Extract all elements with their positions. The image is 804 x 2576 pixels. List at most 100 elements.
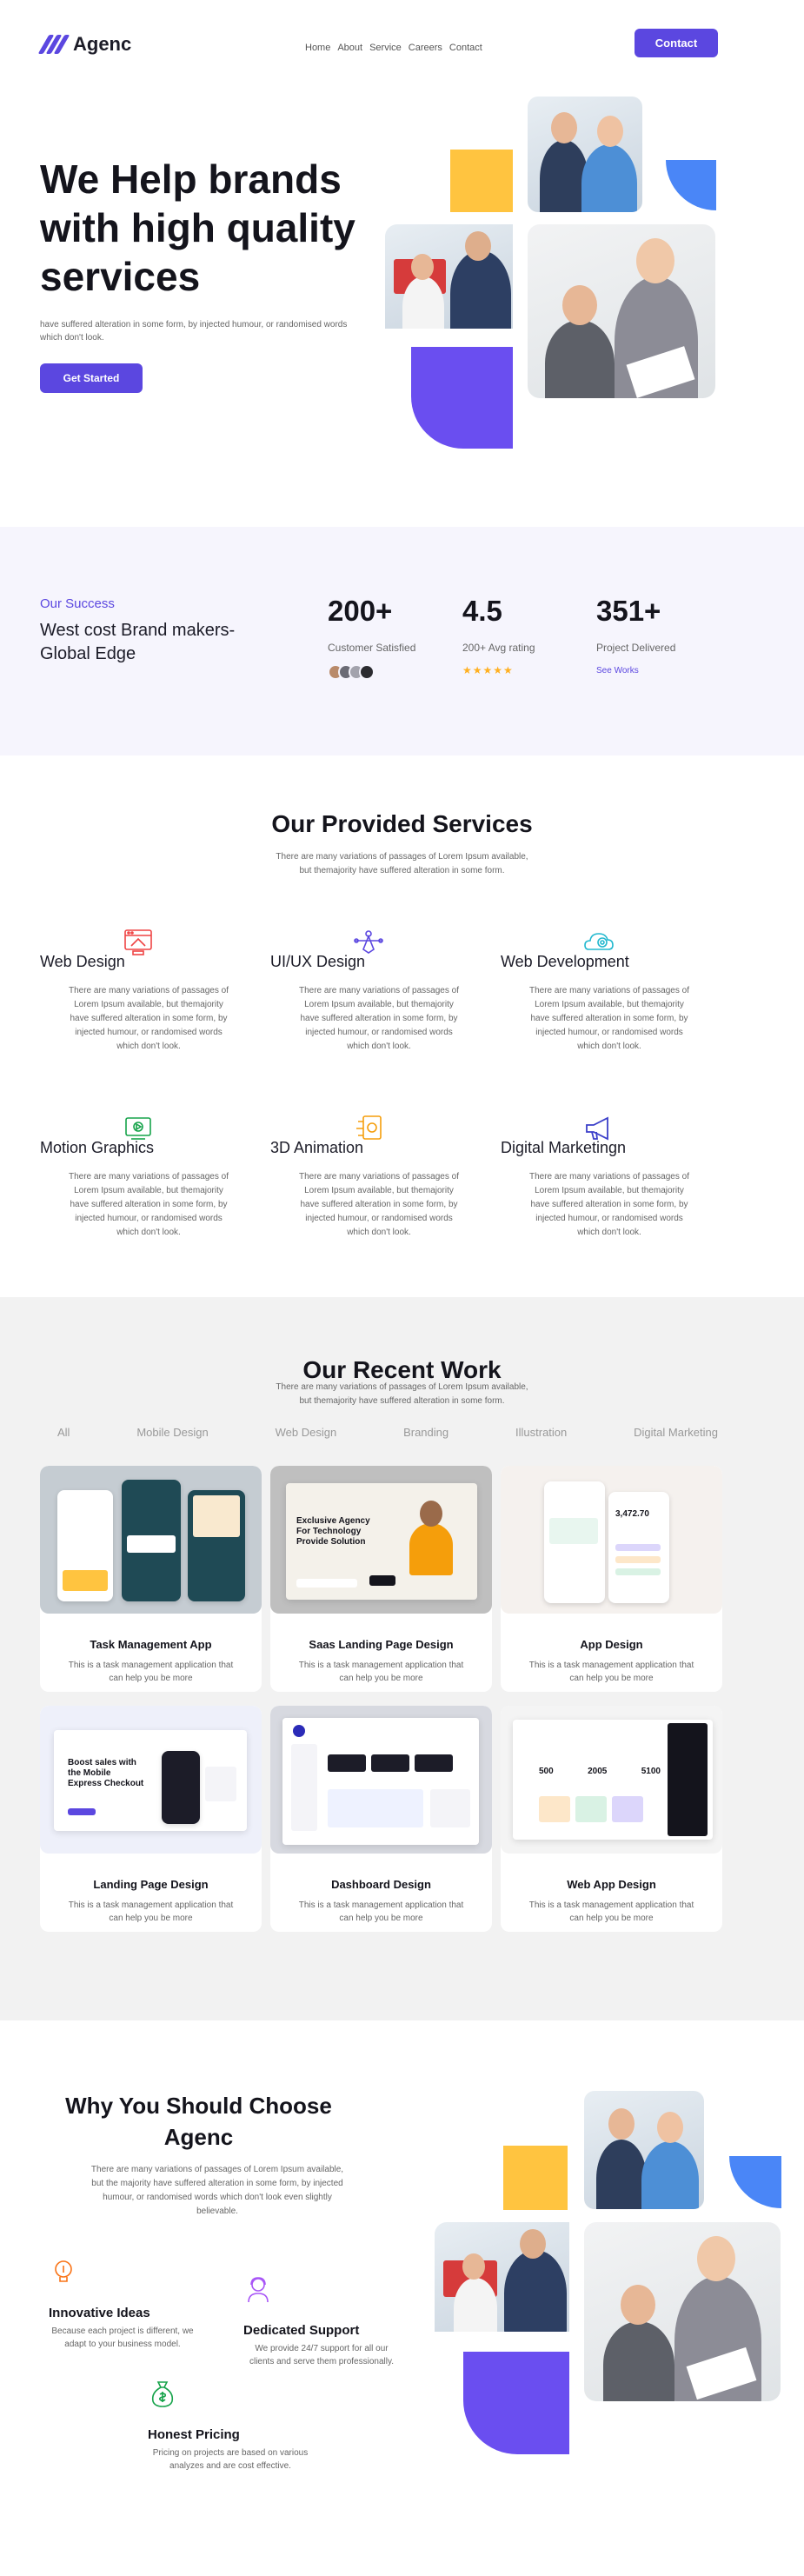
work-filter-tabs: All Mobile Design Web Design Branding Il… bbox=[57, 1426, 718, 1439]
filter-web-design[interactable]: Web Design bbox=[276, 1426, 337, 1439]
nav-about[interactable]: About bbox=[337, 43, 362, 53]
logo[interactable]: Agenc bbox=[37, 33, 132, 56]
why-photo-duo bbox=[584, 2091, 704, 2209]
money-bag-icon bbox=[151, 2381, 174, 2407]
work-card-saas-landing[interactable]: Exclusive Agency For Technology Provide … bbox=[270, 1466, 492, 1692]
stat-customers-label: Customer Satisfied bbox=[328, 642, 416, 654]
webapp-stat-value: 2005 bbox=[588, 1767, 608, 1776]
web-design-icon bbox=[124, 929, 152, 955]
why-title: Why You Should Choose Agenc bbox=[65, 2093, 332, 2150]
hero-purple-shape bbox=[411, 347, 513, 449]
work-card-landing-page[interactable]: Boost sales with the Mobile Express Chec… bbox=[40, 1706, 262, 1932]
service-description: There are many variations of passages of… bbox=[69, 1172, 229, 1237]
work-card-image: Exclusive Agency For Technology Provide … bbox=[270, 1466, 492, 1614]
stat-customers-value: 200+ bbox=[328, 595, 393, 627]
stats-kicker: Our Success bbox=[40, 596, 115, 611]
app-mock-amount: 3,472.70 bbox=[615, 1509, 649, 1519]
work-card-title: Web App Design bbox=[567, 1878, 656, 1891]
support-agent-icon bbox=[248, 2277, 269, 2303]
hero-blue-quarter bbox=[666, 160, 716, 210]
feature-description: We provide 24/7 support for all our clie… bbox=[249, 2344, 394, 2366]
lightbulb-icon bbox=[55, 2260, 72, 2282]
see-works-link[interactable]: See Works bbox=[596, 666, 675, 676]
hero-description: have suffered alteration in some form, b… bbox=[40, 320, 348, 343]
service-description: There are many variations of passages of… bbox=[69, 986, 229, 1051]
landing-mock-headline: Boost sales with the Mobile Express Chec… bbox=[68, 1758, 144, 1788]
hero-yellow-square bbox=[450, 150, 513, 212]
work-card-title: App Design bbox=[580, 1638, 643, 1651]
feature-name: Innovative Ideas bbox=[49, 2306, 150, 2320]
service-name: Web Design bbox=[40, 953, 125, 970]
work-card-description: This is a task management application th… bbox=[528, 1661, 694, 1683]
feature-name: Dedicated Support bbox=[243, 2323, 360, 2338]
logo-text: Agenc bbox=[73, 33, 132, 55]
stat-rating-label: 200+ Avg rating bbox=[462, 642, 535, 654]
saas-mock-headline: Exclusive Agency For Technology Provide … bbox=[296, 1516, 370, 1547]
work-card-app-design[interactable]: 3,472.70 App Design This is a task manag… bbox=[501, 1466, 722, 1692]
why-purple-shape bbox=[463, 2352, 569, 2454]
nav-contact[interactable]: Contact bbox=[449, 43, 482, 53]
work-card-title: Landing Page Design bbox=[93, 1878, 209, 1891]
work-card-description: This is a task management application th… bbox=[298, 1900, 464, 1923]
work-card-description: This is a task management application th… bbox=[528, 1900, 694, 1923]
work-card-title: Task Management App bbox=[90, 1638, 212, 1651]
nav-home[interactable]: Home bbox=[305, 43, 330, 53]
hero-photo-team bbox=[528, 224, 715, 398]
services-subtitle: There are many variations of passages of… bbox=[276, 852, 528, 875]
work-card-image bbox=[270, 1706, 492, 1854]
stat-rating: 4.5 200+ Avg rating ★★★★★ bbox=[462, 595, 535, 676]
stat-projects-label: Project Delivered bbox=[596, 642, 676, 654]
contact-button[interactable]: Contact bbox=[635, 29, 718, 57]
webapp-stat-value: 5100 bbox=[641, 1767, 661, 1776]
work-card-dashboard[interactable]: Dashboard Design This is a task manageme… bbox=[270, 1706, 492, 1932]
services-title: Our Provided Services bbox=[271, 810, 533, 837]
logo-mark-icon bbox=[37, 35, 70, 54]
work-card-image: Boost sales with the Mobile Express Chec… bbox=[40, 1706, 262, 1854]
why-photo-office bbox=[435, 2222, 569, 2332]
stats-title: West cost Brand makers-Global Edge bbox=[40, 621, 236, 663]
work-card-web-app[interactable]: 500 2005 5100 Web App Design This is a t… bbox=[501, 1706, 722, 1932]
hero-photo-duo bbox=[528, 97, 642, 212]
hero-title: We Help brands with high quality service… bbox=[40, 156, 355, 299]
hero-photo-office bbox=[385, 224, 513, 329]
get-started-button[interactable]: Get Started bbox=[40, 363, 143, 393]
work-subtitle: There are many variations of passages of… bbox=[276, 1382, 528, 1406]
customer-avatars bbox=[328, 664, 415, 680]
avatar bbox=[359, 664, 375, 680]
service-description: There are many variations of passages of… bbox=[299, 986, 459, 1051]
service-name: 3D Animation bbox=[270, 1139, 364, 1156]
service-description: There are many variations of passages of… bbox=[529, 986, 689, 1051]
work-card-image bbox=[40, 1466, 262, 1614]
service-name: Motion Graphics bbox=[40, 1139, 155, 1156]
why-photo-team bbox=[584, 2222, 781, 2401]
webapp-mock-stats: 500 2005 5100 bbox=[539, 1767, 661, 1776]
service-description: There are many variations of passages of… bbox=[299, 1172, 459, 1237]
why-description: There are many variations of passages of… bbox=[90, 2165, 344, 2216]
filter-all[interactable]: All bbox=[57, 1426, 70, 1439]
rating-stars-icon: ★★★★★ bbox=[462, 664, 514, 676]
nav-careers[interactable]: Careers bbox=[409, 43, 442, 53]
filter-branding[interactable]: Branding bbox=[403, 1426, 449, 1439]
work-card-title: Saas Landing Page Design bbox=[309, 1638, 454, 1651]
work-card-title: Dashboard Design bbox=[331, 1878, 431, 1891]
why-yellow-square bbox=[503, 2146, 568, 2210]
feature-description: Because each project is different, we ad… bbox=[51, 2326, 194, 2349]
stat-customers: 200+ Customer Satisfied bbox=[328, 595, 415, 680]
work-card-image: 500 2005 5100 bbox=[501, 1706, 722, 1854]
service-name: Web Development bbox=[501, 953, 629, 970]
why-blue-quarter bbox=[729, 2156, 781, 2208]
filter-mobile-design[interactable]: Mobile Design bbox=[136, 1426, 208, 1439]
feature-description: Pricing on projects are based on various… bbox=[152, 2448, 309, 2471]
work-card-image: 3,472.70 bbox=[501, 1466, 722, 1614]
work-card-description: This is a task management application th… bbox=[68, 1661, 234, 1683]
nav-service[interactable]: Service bbox=[369, 43, 402, 53]
stat-rating-value: 4.5 bbox=[462, 595, 502, 627]
webapp-stat-value: 500 bbox=[539, 1767, 554, 1776]
work-card-task-app[interactable]: Task Management App This is a task manag… bbox=[40, 1466, 262, 1692]
work-card-description: This is a task management application th… bbox=[298, 1661, 464, 1683]
recent-work: Our Recent Work There are many variation… bbox=[0, 1297, 804, 2020]
site-header: Agenc Home About Service Careers Contact… bbox=[0, 0, 804, 87]
success-stats: Our Success West cost Brand makers-Globa… bbox=[0, 527, 804, 755]
filter-illustration[interactable]: Illustration bbox=[515, 1426, 567, 1439]
filter-digital-marketing[interactable]: Digital Marketing bbox=[634, 1426, 718, 1439]
